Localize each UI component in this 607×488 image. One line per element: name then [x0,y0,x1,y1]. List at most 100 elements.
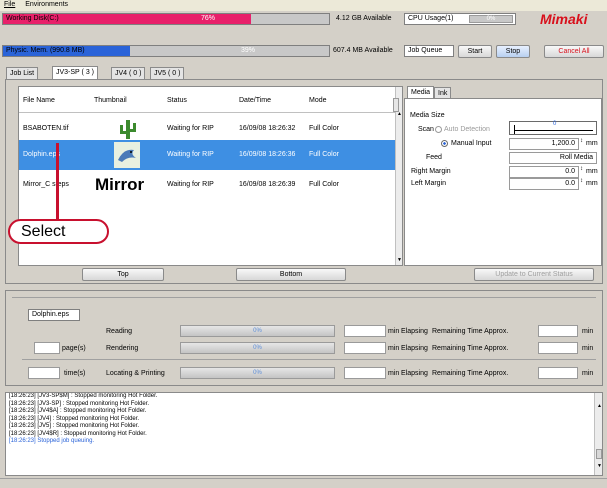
mm-unit-label: mm [586,180,598,187]
pages-label: page(s) [62,345,86,352]
cancel-all-button[interactable]: Cancel All [544,45,604,58]
table-row[interactable]: Mirror_C s.eps Mirror Waiting for RIP 16… [19,170,395,200]
remaining-field [538,342,578,354]
start-button[interactable]: Start [458,45,492,58]
pages-field [34,342,60,354]
auto-detection-label: Auto Detection [444,126,490,133]
elapsing-label: Elapsing [401,370,428,377]
row-mode: Full Color [309,151,339,158]
left-margin-label: Left Margin [411,180,447,187]
cpu-usage-label: CPU Usage(1) [408,15,454,22]
remaining-label: Remaining Time Approx. [432,370,509,377]
spinner-icon[interactable]: ↕ [580,166,583,172]
cactus-thumbnail-icon [116,117,140,141]
min-label: min [388,328,400,335]
callout-label: Select [21,223,66,240]
spinner-icon[interactable]: ↕ [580,138,583,144]
rendering-progress-bar: 0% [180,342,335,354]
memory-label: Physic. Mem. (990.8 MB) [6,47,85,54]
rendering-minutes-field [344,342,386,354]
left-margin-field[interactable]: 0.0 [509,178,579,190]
working-disk-track [251,14,329,24]
scale-value: 0 [553,121,557,127]
job-queue-field: Job Queue [404,45,454,57]
progress-separator [12,297,596,298]
column-thumbnail[interactable]: Thumbnail [94,97,127,104]
mimaki-logo: Mimaki [540,11,588,27]
min-label: min [388,345,400,352]
left-margin-value: 0.0 [565,180,575,187]
right-margin-label: Right Margin [411,168,451,175]
feed-field[interactable]: Roll Media [509,152,597,164]
min-suffix-label: min [582,328,594,335]
min-suffix-label: min [582,370,594,377]
remaining-label: Remaining Time Approx. [432,345,509,352]
mm-unit-label: mm [586,168,598,175]
working-disk-label: Working Disk(C:) [6,15,59,22]
log-scrollbar[interactable]: ▲ ▼ [594,393,602,475]
min-label: min [388,370,400,377]
menu-bar: File Environments [0,0,607,11]
times-label: time(s) [64,370,86,377]
manual-input-field[interactable]: 1,200.0 [509,138,579,150]
memory-track [130,46,329,56]
cpu-usage-bar: 0% [469,15,513,23]
scroll-down-arrow-icon[interactable]: ▼ [597,463,602,469]
printing-progress-bar: 0% [180,367,335,379]
log-line: [18:26:23] [JV3-SP$M] : Stopped monitori… [9,393,158,399]
splitter-handle[interactable] [393,98,399,112]
auto-detection-radio[interactable] [435,126,442,133]
stop-button[interactable]: Stop [496,45,530,58]
menu-environments[interactable]: Environments [21,0,72,9]
row-datetime: 16/09/08 18:26:39 [239,181,296,188]
progress-separator [22,359,596,360]
mirror-thumbnail: Mirror [95,175,145,194]
manual-input-radio[interactable] [441,140,448,147]
memory-percent: 39% [241,47,256,54]
spinner-icon[interactable]: ↕ [580,178,583,184]
top-button[interactable]: Top [82,268,164,281]
scroll-down-arrow-icon[interactable]: ▼ [397,257,402,263]
reading-label: Reading [106,328,133,335]
right-margin-value: 0.0 [565,168,575,175]
row-status: Waiting for RIP [167,181,214,188]
log-line: [18:26:23] Stopped job queuing. [9,438,95,444]
column-file-name[interactable]: File Name [23,97,55,104]
manual-input-value: 1,200.0 [551,140,575,147]
tab-jv3-sp[interactable]: JV3-SP ( 3 ) [52,66,98,79]
table-row-selected[interactable]: Dolphin.eps Waiting for RIP 16/09/08 18:… [19,140,395,170]
elapsing-label: Elapsing [401,345,428,352]
column-datetime[interactable]: Date/Time [239,97,271,104]
media-scale-field: 0 [509,121,597,135]
scale-tick-left [514,125,515,134]
feed-value: Roll Media [559,154,593,161]
log-line: [18:26:23] [JV4$A] : Stopped monitoring … [9,408,147,414]
right-margin-field[interactable]: 0.0 [509,166,579,178]
log-line: [18:26:23] [JV5] : Stopped monitoring Ho… [9,423,140,429]
row-mode: Full Color [309,181,339,188]
log-panel: [18:26:23] [JV3-SP$M] : Stopped monitori… [5,392,603,476]
reading-minutes-field [344,325,386,337]
row-datetime: 16/09/08 18:26:36 [239,151,296,158]
table-header: File Name Thumbnail Status Date/Time Mod… [19,87,395,113]
column-mode[interactable]: Mode [309,97,327,104]
column-status[interactable]: Status [167,97,187,104]
scale-line [515,130,593,131]
job-queue-label: Job Queue [408,47,443,54]
log-list: [18:26:23] [JV3-SP$M] : Stopped monitori… [9,393,589,446]
memory-available: 607.4 MB Available [333,47,393,54]
scroll-thumb[interactable] [596,449,602,459]
tab-jv4[interactable]: JV4 ( 0 ) [111,67,146,79]
table-scrollbar[interactable]: ▲ ▼ [395,87,402,265]
log-line: [18:26:23] [JV4$R] : Stopped monitoring … [9,430,147,437]
working-disk-bar: Working Disk(C:) 76% [2,13,330,25]
cpu-usage-field: CPU Usage(1) 0% [404,13,516,25]
manual-input-label: Manual Input [451,140,492,147]
tab-jv5[interactable]: JV5 ( 0 ) [150,67,185,79]
menu-file[interactable]: File [0,0,19,9]
scroll-up-arrow-icon[interactable]: ▲ [597,403,602,409]
tab-job-list[interactable]: Job List [6,67,39,79]
bottom-button[interactable]: Bottom [236,268,346,281]
current-file-name: Dolphin.eps [32,311,69,318]
update-status-button[interactable]: Update to Current Status [474,268,594,281]
